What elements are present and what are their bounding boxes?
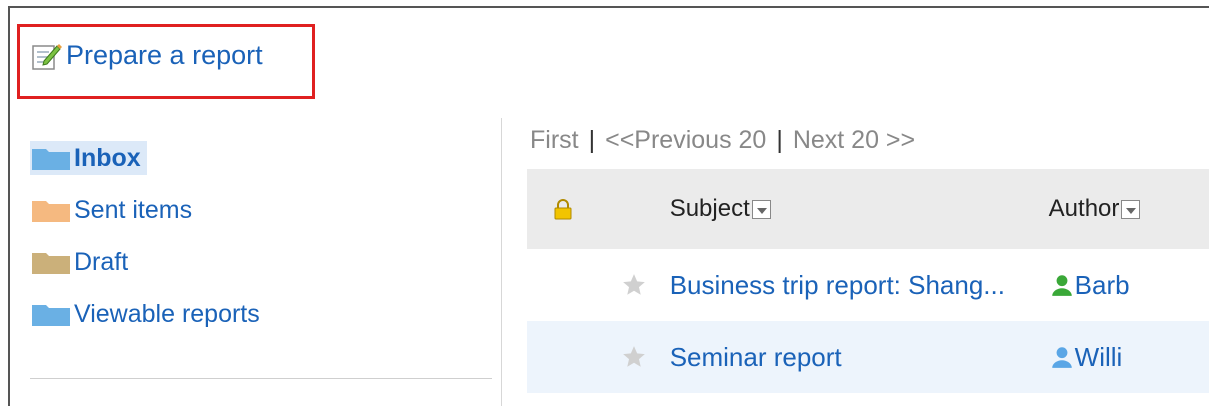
folder-draft[interactable]: Draft bbox=[30, 236, 492, 288]
prepare-report-link[interactable]: Prepare a report bbox=[30, 40, 263, 71]
pager-previous[interactable]: <<Previous 20 bbox=[605, 126, 766, 155]
author-link[interactable]: Willi bbox=[1075, 342, 1123, 373]
folder-label-sent: Sent items bbox=[74, 195, 193, 224]
user-icon bbox=[1051, 275, 1072, 296]
star-icon bbox=[623, 274, 645, 295]
report-table: Subject Author Business trip report: Sha… bbox=[527, 169, 1209, 393]
folder-icon bbox=[32, 201, 70, 222]
report-subject-link[interactable]: Business trip report: Shang... bbox=[670, 270, 1005, 300]
folder-inbox[interactable]: Inbox bbox=[30, 132, 492, 184]
user-icon bbox=[1051, 347, 1072, 368]
subject-header-label: Subject bbox=[669, 195, 750, 222]
sidebar-divider bbox=[30, 378, 492, 379]
pane-divider bbox=[501, 118, 502, 406]
folder-viewable-reports[interactable]: Viewable reports bbox=[30, 288, 492, 340]
author-header-label: Author bbox=[1048, 195, 1120, 222]
folder-sidebar: Inbox Sent items Draft Viewable reports bbox=[30, 132, 492, 340]
report-subject-link[interactable]: Seminar report bbox=[670, 342, 842, 372]
star-toggle[interactable] bbox=[598, 272, 669, 298]
author-link[interactable]: Barb bbox=[1075, 270, 1130, 301]
star-toggle[interactable] bbox=[598, 344, 669, 370]
author-column-header[interactable]: Author bbox=[1049, 195, 1209, 223]
pager-first[interactable]: First bbox=[530, 126, 579, 155]
table-row: Business trip report: Shang... Barb bbox=[527, 249, 1209, 321]
pager-next[interactable]: Next 20 >> bbox=[793, 126, 915, 155]
lock-column-header bbox=[527, 198, 598, 220]
prepare-report-label: Prepare a report bbox=[66, 40, 263, 70]
pager: First | <<Previous 20 | Next 20 >> bbox=[530, 126, 915, 155]
pager-separator: | bbox=[776, 126, 783, 154]
subject-column-header[interactable]: Subject bbox=[670, 195, 1049, 223]
folder-icon bbox=[32, 305, 70, 326]
table-header: Subject Author bbox=[527, 169, 1209, 249]
folder-icon bbox=[32, 253, 70, 274]
folder-label-inbox: Inbox bbox=[74, 143, 141, 172]
star-icon bbox=[623, 346, 645, 367]
folder-sent-items[interactable]: Sent items bbox=[30, 184, 492, 236]
edit-report-icon bbox=[32, 43, 62, 70]
lock-icon bbox=[554, 199, 572, 220]
folder-icon bbox=[32, 149, 70, 170]
folder-label-draft: Draft bbox=[74, 247, 129, 276]
subject-sort-dropdown-icon[interactable] bbox=[751, 200, 771, 220]
table-row: Seminar report Willi bbox=[527, 321, 1209, 393]
pager-separator: | bbox=[588, 126, 596, 154]
folder-label-viewable: Viewable reports bbox=[74, 299, 260, 328]
author-sort-dropdown-icon[interactable] bbox=[1121, 199, 1141, 219]
